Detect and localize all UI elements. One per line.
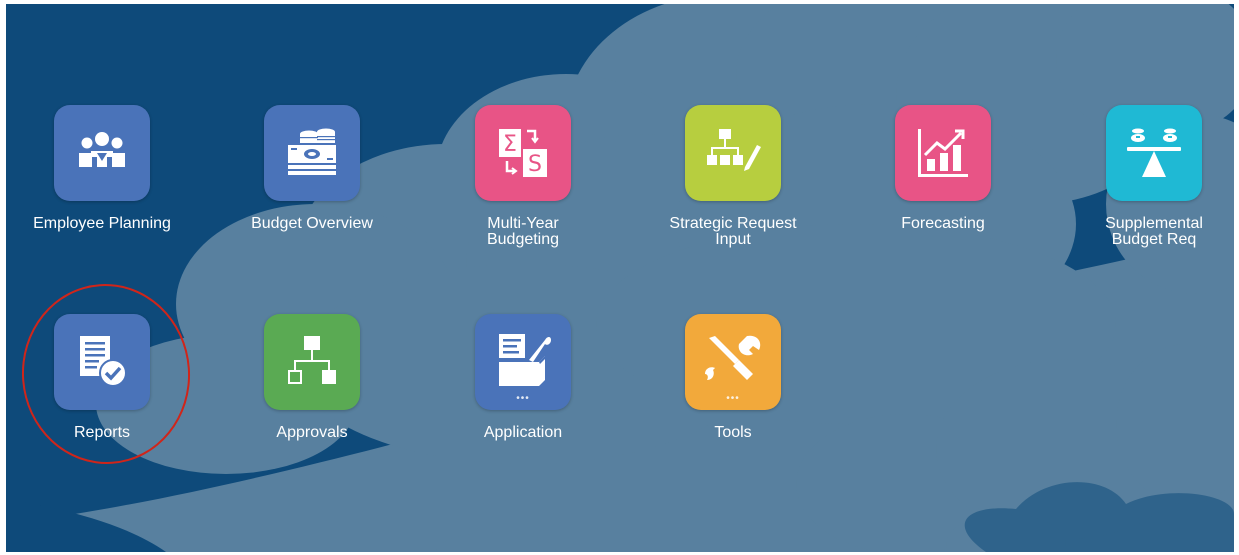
tile-strategic-request-input[interactable]: Strategic Request Input: [653, 105, 813, 248]
box-wrench-icon: [499, 334, 551, 386]
tile-label[interactable]: Application: [443, 425, 603, 441]
tile-supplemental-budget-req[interactable]: Supplemental Budget Req: [1074, 105, 1234, 248]
tile-label[interactable]: Employee Planning: [22, 216, 182, 232]
people-group-icon: [79, 132, 125, 167]
approvals-button[interactable]: [264, 314, 360, 410]
tile-employee-planning[interactable]: Employee Planning: [22, 105, 182, 232]
hierarchy-icon: [288, 336, 336, 384]
bar-chart-trend-icon: [918, 129, 968, 177]
tile-reports[interactable]: Reports: [22, 314, 182, 441]
tile-multi-year-budgeting[interactable]: Σ S Multi-Year Budgeting: [443, 105, 603, 248]
tile-label[interactable]: Approvals: [232, 425, 392, 441]
tile-label[interactable]: Budget Overview: [232, 216, 392, 232]
application-button[interactable]: •••: [475, 314, 571, 410]
tools-button[interactable]: •••: [685, 314, 781, 410]
org-chart-pencil-icon: [707, 129, 761, 171]
strategic-request-input-button[interactable]: [685, 105, 781, 201]
sigma-s-icon: Σ S: [499, 129, 547, 177]
tile-forecasting[interactable]: Forecasting: [863, 105, 1023, 232]
overflow-dots: •••: [516, 393, 530, 404]
tile-label[interactable]: Tools: [653, 425, 813, 441]
wrench-screwdriver-icon: [705, 335, 761, 380]
svg-text:S: S: [528, 152, 542, 177]
multi-year-budgeting-button[interactable]: Σ S: [475, 105, 571, 201]
tile-label[interactable]: Reports: [22, 425, 182, 441]
tile-application[interactable]: ••• Application: [443, 314, 603, 441]
tile-label[interactable]: Supplemental Budget Req: [1074, 216, 1234, 248]
money-stack-icon: [288, 128, 336, 175]
tile-approvals[interactable]: Approvals: [232, 314, 392, 441]
tile-budget-overview[interactable]: Budget Overview: [232, 105, 392, 232]
tile-label[interactable]: Multi-Year Budgeting: [443, 216, 603, 248]
home-page: Employee Planning Budget Overview Σ S Mu…: [6, 4, 1234, 552]
report-check-icon: [80, 336, 127, 387]
supplemental-budget-req-button[interactable]: [1106, 105, 1202, 201]
overflow-dots: •••: [726, 393, 740, 404]
balance-scale-icon: [1127, 128, 1181, 177]
tile-tools[interactable]: ••• Tools: [653, 314, 813, 441]
reports-button[interactable]: [54, 314, 150, 410]
svg-text:Σ: Σ: [503, 132, 517, 157]
employee-planning-button[interactable]: [54, 105, 150, 201]
tile-label[interactable]: Forecasting: [863, 216, 1023, 232]
cloud-background: [6, 4, 1234, 552]
budget-overview-button[interactable]: [264, 105, 360, 201]
forecasting-button[interactable]: [895, 105, 991, 201]
tile-label[interactable]: Strategic Request Input: [653, 216, 813, 248]
